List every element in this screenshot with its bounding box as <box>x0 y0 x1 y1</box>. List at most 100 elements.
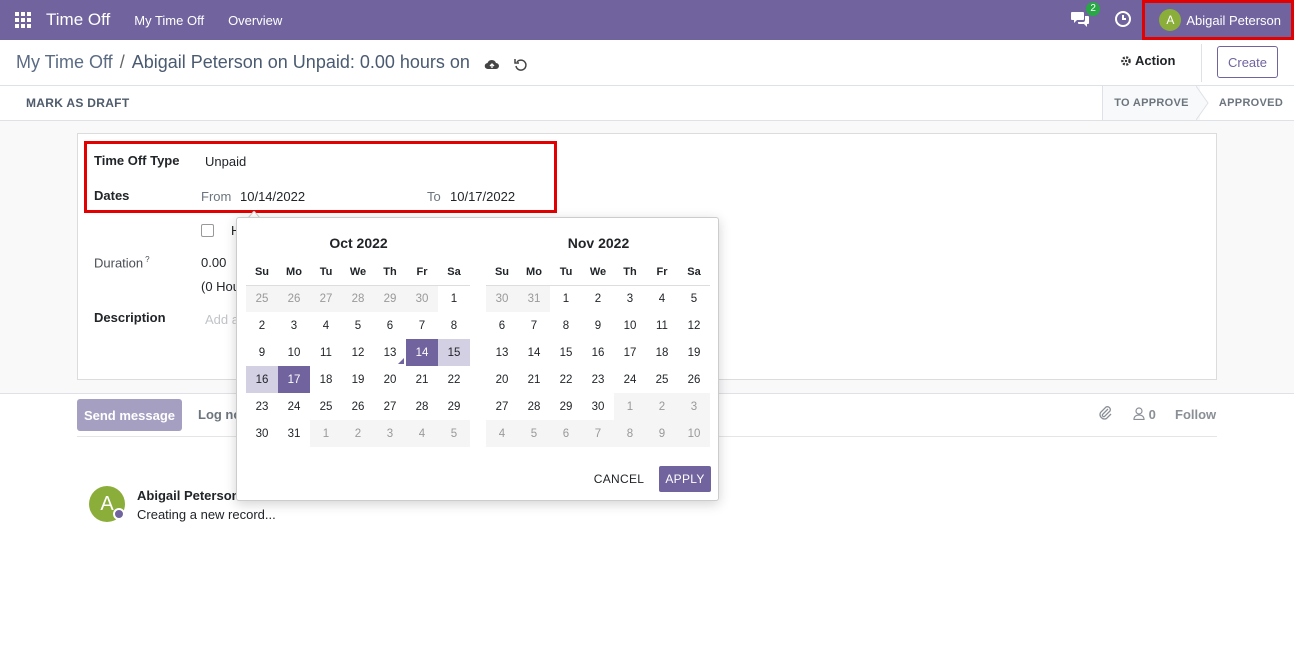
calendar-day[interactable]: 10 <box>278 339 310 366</box>
menu-overview[interactable]: Overview <box>228 13 282 28</box>
calendar-day[interactable]: 26 <box>342 393 374 420</box>
calendar-day[interactable]: 3 <box>678 393 710 420</box>
duration-value[interactable]: 0.00 <box>201 255 226 270</box>
calendar-day-end[interactable]: 17 <box>278 366 310 393</box>
calendar-day[interactable]: 11 <box>310 339 342 366</box>
calendar-day[interactable]: 30 <box>486 285 518 312</box>
menu-my-time-off[interactable]: My Time Off <box>134 13 204 28</box>
calendar-day[interactable]: 2 <box>582 285 614 312</box>
breadcrumb-parent[interactable]: My Time Off <box>16 52 113 73</box>
calendar-day[interactable]: 11 <box>646 312 678 339</box>
message-author[interactable]: Abigail Peterson <box>137 488 240 503</box>
calendar-day[interactable]: 6 <box>486 312 518 339</box>
calendar-day[interactable]: 5 <box>678 285 710 312</box>
calendar-day[interactable]: 1 <box>550 285 582 312</box>
calendar-day[interactable]: 29 <box>438 393 470 420</box>
calendar-day[interactable]: 12 <box>342 339 374 366</box>
calendar-day[interactable]: 2 <box>646 393 678 420</box>
calendar-day[interactable]: 9 <box>582 312 614 339</box>
calendar-day[interactable]: 26 <box>678 366 710 393</box>
calendar-day[interactable]: 10 <box>678 420 710 447</box>
stage-to-approve[interactable]: TO APPROVE <box>1102 86 1200 120</box>
calendar-day[interactable]: 4 <box>486 420 518 447</box>
stage-approved[interactable]: APPROVED <box>1208 86 1294 120</box>
date-to-field[interactable]: 10/17/2022 <box>450 189 515 204</box>
calendar-day[interactable]: 19 <box>342 366 374 393</box>
calendar-day[interactable]: 31 <box>278 420 310 447</box>
calendar-day[interactable]: 24 <box>614 366 646 393</box>
calendar-day[interactable]: 8 <box>614 420 646 447</box>
calendar-day[interactable]: 1 <box>614 393 646 420</box>
followers-button[interactable]: 0 <box>1133 407 1156 422</box>
calendar-day[interactable]: 25 <box>646 366 678 393</box>
messages-icon[interactable]: 2 <box>1070 2 1100 30</box>
calendar-day[interactable]: 1 <box>438 285 470 312</box>
cancel-button[interactable]: CANCEL <box>588 466 650 492</box>
calendar-day[interactable]: 7 <box>518 312 550 339</box>
calendar-day[interactable]: 16 <box>582 339 614 366</box>
calendar-day[interactable]: 28 <box>518 393 550 420</box>
calendar-day[interactable]: 29 <box>374 285 406 312</box>
calendar-day[interactable]: 25 <box>246 285 278 312</box>
calendar-day[interactable]: 21 <box>518 366 550 393</box>
calendar-day[interactable]: 18 <box>310 366 342 393</box>
calendar-day[interactable]: 31 <box>518 285 550 312</box>
calendar-day[interactable]: 30 <box>246 420 278 447</box>
calendar-day[interactable]: 25 <box>310 393 342 420</box>
attachment-icon[interactable] <box>1098 405 1112 424</box>
calendar-day[interactable]: 6 <box>374 312 406 339</box>
calendar-day[interactable]: 6 <box>550 420 582 447</box>
calendar-day-start[interactable]: 14 <box>406 339 438 366</box>
calendar-day[interactable]: 1 <box>310 420 342 447</box>
calendar-day[interactable]: 20 <box>374 366 406 393</box>
calendar-day[interactable]: 30 <box>582 393 614 420</box>
calendar-day[interactable]: 5 <box>342 312 374 339</box>
calendar-day[interactable]: 3 <box>614 285 646 312</box>
calendar-day-today[interactable]: 13 <box>374 339 406 366</box>
calendar-day[interactable]: 8 <box>438 312 470 339</box>
action-button[interactable]: Action <box>1120 53 1175 68</box>
user-menu[interactable]: A Abigail Peterson <box>1142 0 1294 40</box>
calendar-day[interactable]: 9 <box>646 420 678 447</box>
description-field[interactable]: Add a <box>205 312 239 327</box>
calendar-day[interactable]: 12 <box>678 312 710 339</box>
calendar-day[interactable]: 22 <box>550 366 582 393</box>
calendar-day[interactable]: 24 <box>278 393 310 420</box>
calendar-day[interactable]: 29 <box>550 393 582 420</box>
calendar-day[interactable]: 23 <box>582 366 614 393</box>
calendar-day[interactable]: 18 <box>646 339 678 366</box>
apply-button[interactable]: APPLY <box>659 466 711 492</box>
calendar-day[interactable]: 8 <box>550 312 582 339</box>
log-note-button[interactable]: Log no <box>198 407 241 422</box>
calendar-day[interactable]: 7 <box>582 420 614 447</box>
calendar-day[interactable]: 7 <box>406 312 438 339</box>
calendar-day[interactable]: 28 <box>342 285 374 312</box>
apps-menu-icon[interactable] <box>0 0 46 40</box>
calendar-day[interactable]: 3 <box>278 312 310 339</box>
calendar-day[interactable]: 27 <box>310 285 342 312</box>
calendar-day[interactable]: 14 <box>518 339 550 366</box>
calendar-day[interactable]: 15 <box>550 339 582 366</box>
calendar-day[interactable]: 4 <box>646 285 678 312</box>
mark-as-draft-button[interactable]: MARK AS DRAFT <box>26 96 129 110</box>
create-button[interactable]: Create <box>1217 46 1278 78</box>
calendar-day[interactable]: 13 <box>486 339 518 366</box>
calendar-day[interactable]: 27 <box>374 393 406 420</box>
calendar-day[interactable]: 2 <box>246 312 278 339</box>
calendar-day[interactable]: 5 <box>518 420 550 447</box>
calendar-day[interactable]: 28 <box>406 393 438 420</box>
calendar-day[interactable]: 10 <box>614 312 646 339</box>
calendar-day[interactable]: 22 <box>438 366 470 393</box>
time-off-type-field[interactable]: Unpaid <box>205 154 246 169</box>
send-message-button[interactable]: Send message <box>77 399 182 431</box>
calendar-day[interactable]: 3 <box>374 420 406 447</box>
calendar-day[interactable]: 17 <box>614 339 646 366</box>
calendar-day[interactable]: 20 <box>486 366 518 393</box>
app-title[interactable]: Time Off <box>46 10 110 30</box>
calendar-day[interactable]: 23 <box>246 393 278 420</box>
calendar-day[interactable]: 27 <box>486 393 518 420</box>
follow-button[interactable]: Follow <box>1175 407 1216 422</box>
calendar-day-in-range[interactable]: 15 <box>438 339 470 366</box>
calendar-day[interactable]: 5 <box>438 420 470 447</box>
calendar-day[interactable]: 4 <box>406 420 438 447</box>
